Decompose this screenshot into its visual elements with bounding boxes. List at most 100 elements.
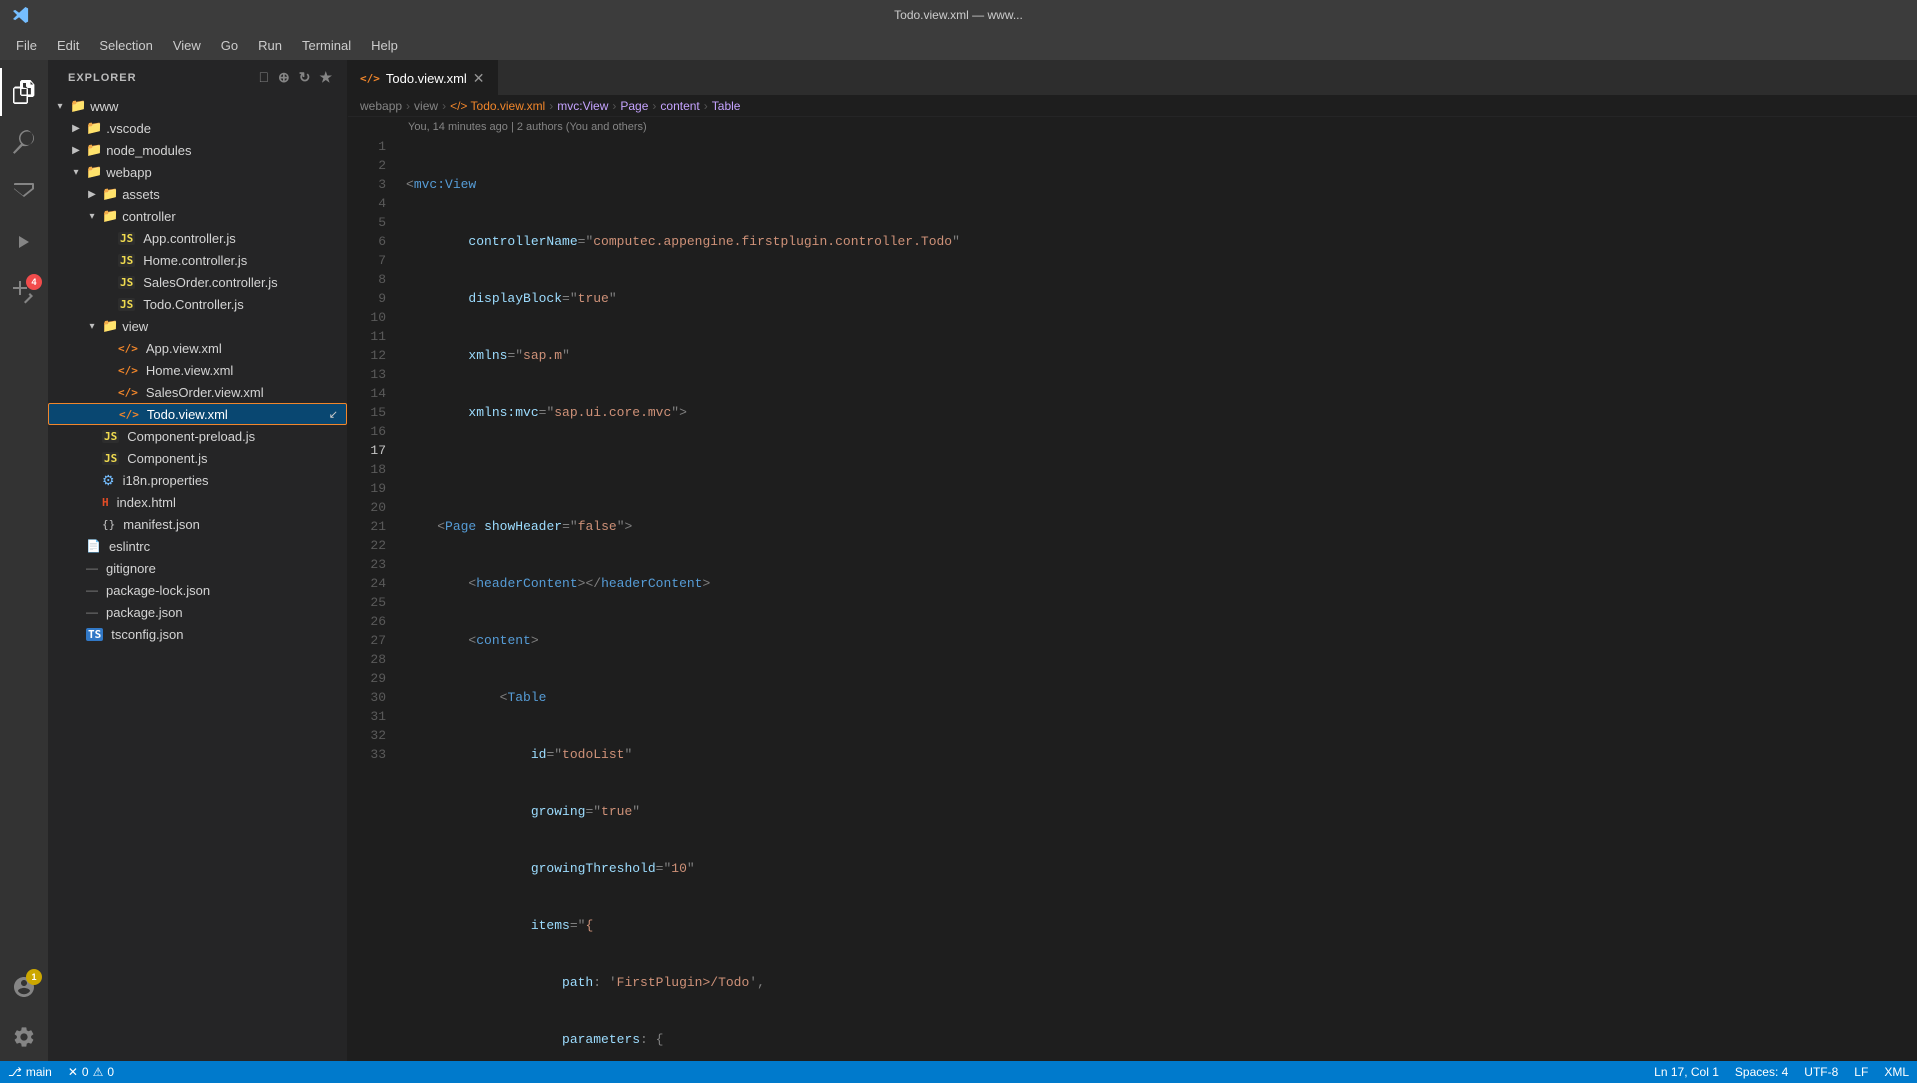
tree-item-home-view[interactable]: ▶ </> Home.view.xml [48, 359, 347, 381]
ts-icon: TS [86, 628, 103, 641]
status-bar: ⎇ main ✕ 0 ⚠ 0 Ln 17, Col 1 Spaces: 4 UT… [0, 1061, 1917, 1083]
breadcrumb-sep-6: › [704, 99, 708, 113]
tree-item-vscode[interactable]: ▶ 📁 .vscode [48, 117, 347, 139]
menu-item-selection[interactable]: Selection [91, 34, 160, 57]
tab-label: Todo.view.xml [386, 71, 467, 86]
collapse-icon[interactable]: ★ [317, 67, 335, 88]
warning-icon: ⚠ [93, 1065, 104, 1079]
tree-item-view[interactable]: ▾ 📁 view [48, 315, 347, 337]
error-count: 0 [82, 1065, 89, 1079]
folder-icon: 📁 [102, 208, 118, 224]
code-content[interactable]: <mvc:View controllerName="computec.appen… [398, 137, 1917, 1061]
tree-item-webapp[interactable]: ▾ 📁 webapp [48, 161, 347, 183]
file-icon: — [86, 605, 98, 619]
breadcrumb-file[interactable]: </> Todo.view.xml [450, 99, 545, 113]
tab-close-button[interactable]: ✕ [473, 70, 485, 87]
code-line-11: id="todoList" [406, 745, 1917, 764]
status-language[interactable]: XML [1876, 1061, 1917, 1083]
tree-item-salesorder-controller[interactable]: ▶ JS SalesOrder.controller.js [48, 271, 347, 293]
activity-bar: 4 1 [0, 60, 48, 1061]
line-numbers: 1 2 3 4 5 6 7 8 9 10 11 12 13 14 15 16 1… [348, 137, 398, 1061]
encoding-text: UTF-8 [1804, 1065, 1838, 1079]
search-icon[interactable] [0, 118, 48, 166]
tree-item-todo-controller[interactable]: ▶ JS Todo.Controller.js [48, 293, 347, 315]
tree-item-node-modules[interactable]: ▶ 📁 node_modules [48, 139, 347, 161]
xml-icon: </> [119, 408, 139, 421]
status-eol[interactable]: LF [1846, 1061, 1876, 1083]
explorer-icon[interactable] [0, 68, 48, 116]
tree-item-gitignore[interactable]: ▶ — gitignore [48, 557, 347, 579]
editor-area: </> Todo.view.xml ✕ webapp › view › </> … [348, 60, 1917, 1061]
file-tree: ▾ 📁 www ▶ 📁 .vscode ▶ 📁 node_modules ▾ 📁… [48, 95, 347, 1061]
tree-item-controller[interactable]: ▾ 📁 controller [48, 205, 347, 227]
file-icon: 📄 [86, 539, 101, 553]
cursor-label: ↙ [329, 408, 338, 421]
tree-item-index-html[interactable]: ▶ H index.html [48, 491, 347, 513]
new-file-icon[interactable]:  [256, 67, 272, 88]
breadcrumb-content[interactable]: content [660, 99, 699, 113]
tree-item-salesorder-view[interactable]: ▶ </> SalesOrder.view.xml [48, 381, 347, 403]
tree-item-i18n[interactable]: ▶ ⚙ i18n.properties [48, 469, 347, 491]
xml-icon: </> [118, 386, 138, 399]
code-line-6 [406, 460, 1917, 479]
menu-item-go[interactable]: Go [213, 34, 246, 57]
menu-item-view[interactable]: View [165, 34, 209, 57]
titlebar: Todo.view.xml — www... [0, 0, 1917, 30]
new-folder-icon[interactable]: ⊕ [276, 67, 293, 88]
source-control-icon[interactable] [0, 168, 48, 216]
tree-item-todo-view[interactable]: ▶ </> Todo.view.xml ↙ [48, 403, 347, 425]
tree-item-app-view[interactable]: ▶ </> App.view.xml [48, 337, 347, 359]
breadcrumb-table[interactable]: Table [712, 99, 741, 113]
tree-item-home-controller[interactable]: ▶ JS Home.controller.js [48, 249, 347, 271]
folder-icon: 📁 [70, 98, 86, 114]
menu-item-help[interactable]: Help [363, 34, 406, 57]
tree-item-app-controller[interactable]: ▶ JS App.controller.js [48, 227, 347, 249]
code-editor[interactable]: 1 2 3 4 5 6 7 8 9 10 11 12 13 14 15 16 1… [348, 137, 1917, 1061]
xml-icon: </> [118, 364, 138, 377]
tree-item-eslintrc[interactable]: ▶ 📄 eslintrc [48, 535, 347, 557]
sidebar-header: EXPLORER  ⊕ ↻ ★ [48, 60, 347, 95]
tree-item-package-json[interactable]: ▶ — package.json [48, 601, 347, 623]
code-line-13: growingThreshold="10" [406, 859, 1917, 878]
code-line-9: <content> [406, 631, 1917, 650]
settings-icon[interactable] [0, 1013, 48, 1061]
breadcrumb-view[interactable]: view [414, 99, 438, 113]
status-branch[interactable]: ⎇ main [0, 1061, 60, 1083]
tree-item-assets[interactable]: ▶ 📁 assets [48, 183, 347, 205]
js-icon: JS [118, 276, 135, 289]
run-icon[interactable] [0, 218, 48, 266]
breadcrumb-page[interactable]: Page [620, 99, 648, 113]
breadcrumb-mvc-view[interactable]: mvc:View [557, 99, 608, 113]
tree-item-www[interactable]: ▾ 📁 www [48, 95, 347, 117]
menu-item-terminal[interactable]: Terminal [294, 34, 359, 57]
branch-icon: ⎇ [8, 1065, 22, 1079]
extensions-icon[interactable]: 4 [0, 268, 48, 316]
tree-item-component-preload[interactable]: ▶ JS Component-preload.js [48, 425, 347, 447]
html-icon: H [102, 496, 109, 509]
language-text: XML [1884, 1065, 1909, 1079]
refresh-icon[interactable]: ↻ [297, 67, 314, 88]
json-icon: {} [102, 518, 115, 531]
status-spaces[interactable]: Spaces: 4 [1727, 1061, 1796, 1083]
status-position[interactable]: Ln 17, Col 1 [1646, 1061, 1727, 1083]
status-encoding[interactable]: UTF-8 [1796, 1061, 1846, 1083]
code-line-10: <Table [406, 688, 1917, 707]
gear-icon: ⚙ [102, 472, 115, 489]
tree-item-component[interactable]: ▶ JS Component.js [48, 447, 347, 469]
sidebar-title: EXPLORER [68, 72, 137, 84]
code-line-8: <headerContent></headerContent> [406, 574, 1917, 593]
menu-item-edit[interactable]: Edit [49, 34, 87, 57]
menu-item-file[interactable]: File [8, 34, 45, 57]
breadcrumb-webapp[interactable]: webapp [360, 99, 402, 113]
js-icon: JS [102, 430, 119, 443]
tree-item-tsconfig[interactable]: ▶ TS tsconfig.json [48, 623, 347, 645]
menu-item-run[interactable]: Run [250, 34, 290, 57]
vscode-logo [12, 6, 30, 24]
accounts-icon[interactable]: 1 [0, 963, 48, 1011]
status-errors[interactable]: ✕ 0 ⚠ 0 [60, 1061, 122, 1083]
file-icon: — [86, 583, 98, 597]
tree-item-package-lock[interactable]: ▶ — package-lock.json [48, 579, 347, 601]
tab-todo-view[interactable]: </> Todo.view.xml ✕ [348, 60, 498, 95]
tree-item-manifest[interactable]: ▶ {} manifest.json [48, 513, 347, 535]
eol-text: LF [1854, 1065, 1868, 1079]
